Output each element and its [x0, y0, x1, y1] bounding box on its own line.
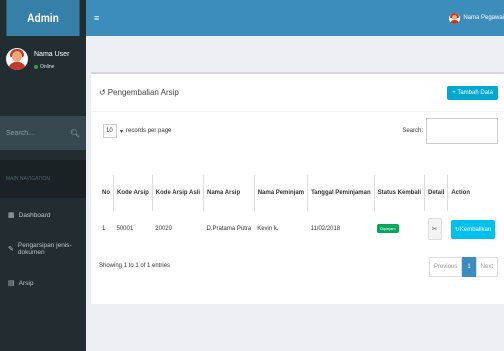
avatar — [449, 12, 461, 24]
user-status: Online — [34, 64, 69, 70]
sidebar-toggle-icon[interactable]: ≡ — [94, 13, 99, 23]
col-header[interactable]: Action — [448, 175, 498, 211]
brand-logo[interactable]: Admin — [6, 0, 80, 36]
nav-header: MAIN NAVIGATION — [0, 160, 86, 198]
col-header[interactable]: Nama Arsip — [203, 175, 255, 211]
cell-no: 1 — [102, 226, 106, 232]
table-search-input[interactable] — [426, 118, 498, 144]
col-header[interactable]: Nama Peminjam — [254, 175, 309, 211]
user-panel: Nama User Online — [0, 36, 86, 114]
pagination-next[interactable]: Next — [475, 257, 498, 277]
table-row: 1 50001 20020 D.Pratama Putra Kevin k. 1… — [99, 211, 498, 247]
top-navbar: ≡ Nama Pegawai — [86, 0, 504, 36]
avatar — [6, 48, 28, 70]
pagination-previous[interactable]: Previous — [428, 257, 463, 277]
col-header[interactable]: Tanggal Peminjaman — [307, 175, 375, 211]
col-header[interactable]: Detail — [424, 175, 449, 211]
col-header[interactable]: Kode Arsip — [113, 175, 153, 211]
dashboard-icon: ▦ — [8, 212, 15, 219]
status-badge: Dipinjam — [377, 224, 399, 233]
sidebar-item-label: Pengarsipan jenis-dokumen — [17, 242, 72, 256]
records-label: records per page — [126, 128, 172, 134]
sidebar: Admin Nama User Online 🔍︎ MAIN NAVIGATIO… — [0, 0, 86, 351]
file-icon: ▤ — [8, 280, 15, 287]
cell-nama-arsip: D.Pratama Putra — [206, 226, 252, 232]
sidebar-item-dashboard[interactable]: ▦ Dashboard — [0, 198, 86, 232]
table-header-row: No Kode Arsip Kode Arsip Asli Nama Arsip… — [99, 175, 498, 211]
sidebar-item-label: Dashboard — [18, 211, 51, 219]
search-label: Search: — [402, 128, 423, 134]
search-input[interactable] — [6, 129, 61, 137]
add-data-button[interactable]: + Tambah Data — [447, 85, 498, 100]
search-icon[interactable]: 🔍︎ — [70, 129, 80, 138]
table-search: Search: — [402, 118, 498, 144]
sidebar-item-pengarsipan[interactable]: ✎ Pengarsipan jenis-dokumen — [0, 232, 86, 266]
table-info: Showing 1 to 1 of 1 entries — [99, 263, 171, 269]
sidebar-item-arsip[interactable]: ▤ Arsip — [0, 266, 86, 300]
pagination-page-1[interactable]: 1 — [462, 257, 476, 277]
cell-kode-asli: 20020 — [155, 226, 172, 232]
return-button-label: Kembalikan — [459, 226, 492, 233]
page-title-label: Pengembalian Arsip — [107, 88, 179, 97]
cell-peminjam: Kevin k. — [257, 226, 279, 232]
data-table: No Kode Arsip Kode Arsip Asli Nama Arsip… — [99, 175, 498, 247]
page-title: ↺ Pengembalian Arsip — [99, 88, 179, 97]
col-header[interactable]: Kode Arsip Asli — [152, 175, 205, 211]
table-controls: 10 ▾ records per page Search: — [91, 112, 504, 150]
user-menu[interactable]: Nama Pegawai — [449, 12, 504, 24]
cell-status: Dipinjam — [374, 211, 424, 247]
undo-icon: ↺ — [99, 88, 106, 97]
return-button[interactable]: ↻Kembalikan — [450, 219, 496, 239]
user-status-label: Online — [40, 64, 55, 70]
online-dot-icon — [34, 65, 38, 69]
sidebar-item-label: Arsip — [18, 279, 34, 287]
top-user-name: Nama Pegawai — [463, 15, 504, 21]
chevron-down-icon: ▾ — [120, 128, 124, 135]
col-header[interactable]: No — [99, 175, 114, 211]
cell-detail: ✂︎ — [425, 211, 448, 247]
cell-kode: 50001 — [116, 226, 134, 232]
cell-tanggal: 11/02/2018 — [310, 226, 341, 232]
col-header[interactable]: Status Kembali — [374, 175, 426, 211]
box-header: ↺ Pengembalian Arsip + Tambah Data — [91, 74, 504, 112]
pagination: Previous 1 Next — [428, 257, 498, 277]
user-name: Nama User — [34, 51, 70, 58]
records-select[interactable]: 10 — [103, 124, 117, 138]
records-per-page: 10 ▾ records per page — [103, 124, 171, 138]
sidebar-search: 🔍︎ — [0, 116, 86, 150]
edit-icon: ✎ — [8, 246, 14, 253]
paperclip-icon[interactable]: ✂︎ — [427, 218, 442, 240]
cell-action: ↻Kembalikan — [448, 211, 498, 247]
